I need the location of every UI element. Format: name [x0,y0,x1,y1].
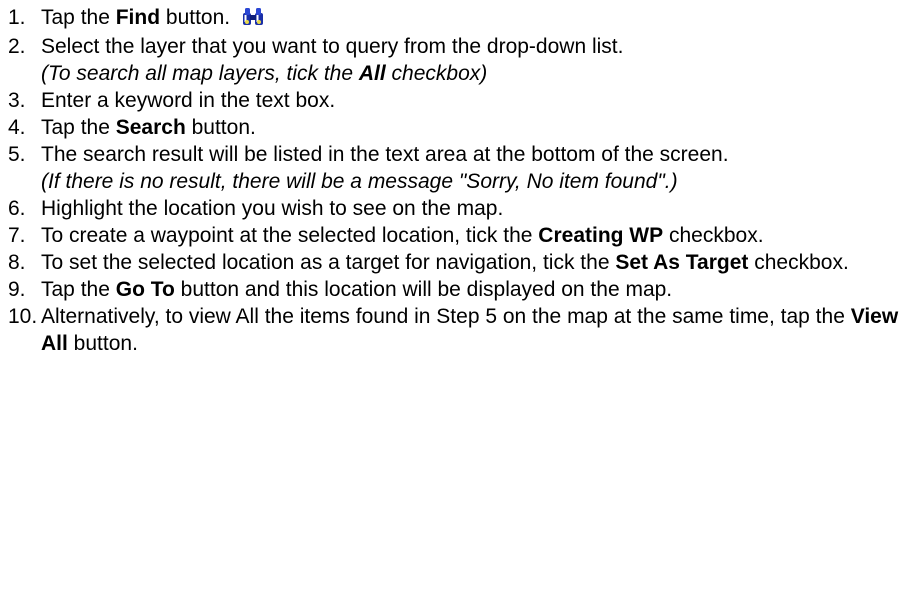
list-item: 6. Highlight the location you wish to se… [8,195,924,222]
list-item: 1. Tap the Find button. [8,4,924,33]
search-label: Search [115,116,186,139]
step-text: To create a waypoint at the selected loc… [41,224,764,247]
step-number: 7. [8,224,26,247]
instruction-list: 1. Tap the Find button. 2. Select the la… [0,0,924,357]
step-note: (To search all map layers, tick the All … [41,62,488,85]
go-to-label: Go To [115,278,175,301]
binoculars-icon [242,6,264,33]
step-text: Select the layer that you want to query … [41,33,924,87]
creating-wp-label: Creating WP [538,224,664,247]
step-text: Tap the Go To button and this location w… [41,278,673,301]
all-label: All [358,62,386,85]
step-text: The search result will be listed in the … [41,141,924,195]
list-item: 7. To create a waypoint at the selected … [8,222,924,249]
find-label: Find [115,6,161,29]
list-item: 8. To set the selected location as a tar… [8,249,924,276]
step-number: 8. [8,251,26,274]
list-item: 4. Tap the Search button. [8,114,924,141]
step-number: 2. [8,35,26,58]
step-number: 3. [8,89,26,112]
list-item: 5. The search result will be listed in t… [8,141,924,195]
step-number: 10. [8,305,38,328]
list-item: 2. Select the layer that you want to que… [8,33,924,87]
step-text: Enter a keyword in the text box. [41,89,336,112]
step-text: To set the selected location as a target… [41,251,849,274]
step-text: Alternatively, to view All the items fou… [41,305,899,355]
list-item: 3. Enter a keyword in the text box. [8,87,924,114]
step-number: 1. [8,6,26,29]
set-as-target-label: Set As Target [615,251,749,274]
list-item: 9. Tap the Go To button and this locatio… [8,276,924,303]
step-text: Tap the Search button. [41,116,256,139]
list-item: 10. Alternatively, to view All the items… [8,303,924,357]
step-note: (If there is no result, there will be a … [41,170,678,193]
step-number: 9. [8,278,26,301]
step-text: Highlight the location you wish to see o… [41,197,504,220]
step-number: 5. [8,143,26,166]
step-number: 6. [8,197,26,220]
step-number: 4. [8,116,26,139]
step-text: Tap the Find button. [41,4,924,33]
